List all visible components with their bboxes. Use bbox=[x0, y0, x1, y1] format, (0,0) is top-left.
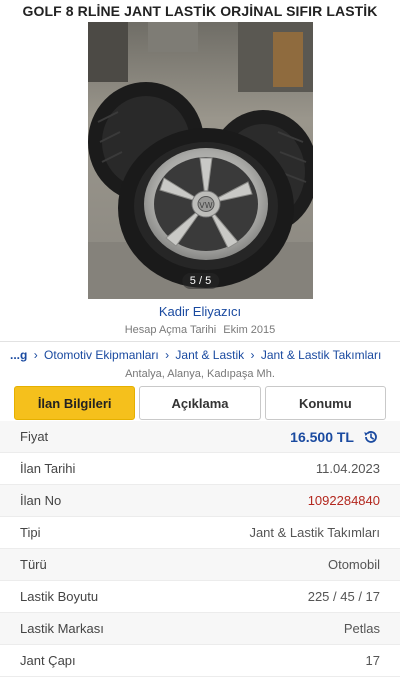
breadcrumb: ...g › Otomotiv Ekipmanları › Jant & Las… bbox=[10, 346, 394, 364]
detail-label: Lastik Boyutu bbox=[20, 589, 99, 604]
seller-since-label: Hesap Açma Tarihi bbox=[124, 324, 217, 336]
breadcrumb-item-otomotiv-ekipmanlari[interactable]: Otomotiv Ekipmanları bbox=[44, 348, 159, 362]
chevron-right-icon: › bbox=[165, 348, 170, 362]
detail-label: Fiyat bbox=[20, 429, 49, 444]
detail-value: Otomobil bbox=[327, 557, 380, 572]
detail-label: İlan No bbox=[20, 493, 62, 508]
detail-label: Jant Çapı bbox=[20, 653, 76, 668]
detail-row-date: İlan Tarihi 11.04.2023 bbox=[0, 453, 400, 485]
detail-value: Petlas bbox=[343, 621, 380, 636]
detail-value: 17 bbox=[365, 653, 380, 668]
breadcrumb-item-jant-lastik[interactable]: Jant & Lastik bbox=[175, 348, 244, 362]
detail-row-listing-id: İlan No 1092284840 bbox=[0, 485, 400, 517]
detail-value: Jant & Lastik Takımları bbox=[249, 525, 380, 540]
tab-aciklama[interactable]: Açıklama bbox=[139, 386, 261, 420]
listing-id-value: 1092284840 bbox=[307, 493, 380, 508]
detail-label: Tipi bbox=[20, 525, 41, 540]
detail-row-kind: Türü Otomobil bbox=[0, 549, 400, 581]
listing-title: GOLF 8 RLİNE JANT LASTİK ORJİNAL SIFIR L… bbox=[22, 3, 378, 19]
detail-row-price: Fiyat 16.500 TL bbox=[0, 421, 400, 453]
detail-label: Türü bbox=[20, 557, 47, 572]
listing-tabs: İlan Bilgileri Açıklama Konumu bbox=[14, 386, 386, 420]
detail-label: Lastik Markası bbox=[20, 621, 104, 636]
seller-name[interactable]: Kadir Eliyazıcı bbox=[0, 303, 400, 321]
detail-row-tire-brand: Lastik Markası Petlas bbox=[0, 613, 400, 645]
detail-label: İlan Tarihi bbox=[20, 461, 76, 476]
detail-row-rim-diameter: Jant Çapı 17 bbox=[0, 645, 400, 677]
tab-ilan-bilgileri[interactable]: İlan Bilgileri bbox=[14, 386, 136, 420]
detail-row-type: Tipi Jant & Lastik Takımları bbox=[0, 517, 400, 549]
svg-text:VW: VW bbox=[199, 201, 212, 210]
listing-photo[interactable]: VW 5 / 5 bbox=[88, 22, 313, 299]
chevron-right-icon: › bbox=[33, 348, 38, 362]
listing-location: Antalya, Alanya, Kadıpaşa Mh. bbox=[125, 368, 275, 380]
breadcrumb-overflow[interactable]: ...g bbox=[10, 348, 27, 362]
chevron-right-icon: › bbox=[250, 348, 255, 362]
price-history-icon[interactable] bbox=[362, 428, 380, 446]
seller-account-date: Hesap Açma Tarihi Ekim 2015 bbox=[0, 322, 400, 338]
wheel-photo-image: VW bbox=[88, 22, 313, 299]
breadcrumb-item-jant-lastik-takimlari[interactable]: Jant & Lastik Takımları bbox=[261, 348, 382, 362]
detail-value: 11.04.2023 bbox=[315, 461, 380, 476]
price-amount: 16.500 TL bbox=[290, 428, 354, 445]
tab-konumu[interactable]: Konumu bbox=[264, 386, 386, 420]
listing-details-table: Fiyat 16.500 TL İlan Tarihi 11.04.2023 İ… bbox=[0, 421, 400, 677]
detail-value: 225 / 45 / 17 bbox=[307, 589, 380, 604]
photo-counter: 5 / 5 bbox=[181, 273, 220, 289]
detail-row-tire-size: Lastik Boyutu 225 / 45 / 17 bbox=[0, 581, 400, 613]
price-value: 16.500 TL bbox=[290, 428, 380, 446]
divider bbox=[0, 341, 400, 342]
seller-since-value: Ekim 2015 bbox=[223, 324, 276, 336]
